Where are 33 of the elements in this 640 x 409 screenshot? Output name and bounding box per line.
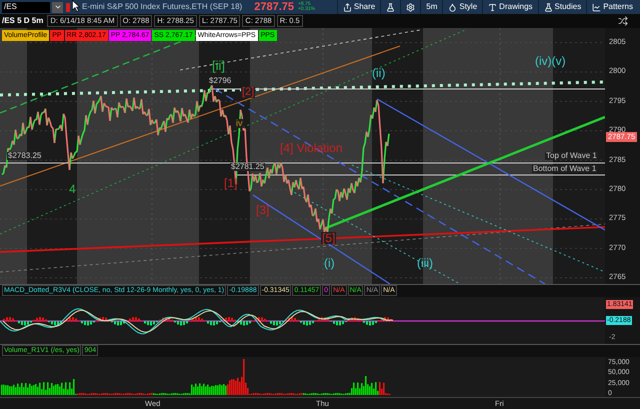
chart-annotation: [5] [321,232,336,244]
symbol-dropdown-button[interactable] [52,2,63,12]
shuffle-icon[interactable] [618,16,628,26]
chart-annotation: [3] [255,204,270,216]
flask-icon [386,2,396,12]
chart-annotation: (i) [323,257,336,269]
chart-annotation: iv [235,119,244,128]
flask-icon [544,2,553,12]
chart-annotation: 4 [68,183,77,195]
text-tool-icon [488,2,498,12]
chart-annotation: $2783.25 [7,152,42,160]
chart-annotation: (iv)(v) [534,55,567,67]
instrument-title: E-mini S&P 500 Index Futures,ETH (SEP 18) [82,1,242,13]
pointer-cursor-icon [72,0,80,12]
chart-annotation: Top of Wave 1 [545,152,598,160]
chart-annotation: [ii] [211,59,226,72]
chart-annotation: (iii) [416,257,434,269]
chart-symbol: /ES 5 D 5m [2,15,44,27]
symbol-field[interactable]: /ES [2,2,50,12]
chart-annotation: Bottom of Wave 1 [532,165,598,173]
chart-icon [592,2,602,12]
droplet-icon [448,2,458,12]
chevron-down-icon [54,3,62,11]
last-price: 2787.75 [254,2,294,12]
chart-annotation: [1] [223,177,238,189]
settings-icon [406,2,416,12]
share-icon [342,2,352,12]
chart-annotation: $2781.25 [230,163,266,171]
chart-annotation: (ii) [371,67,386,79]
alert-badge [66,2,70,12]
chart-annotation: $2796 [208,77,232,85]
chart-annotation: [2] [241,87,256,98]
chart-annotation: [4] Violation [279,142,344,154]
